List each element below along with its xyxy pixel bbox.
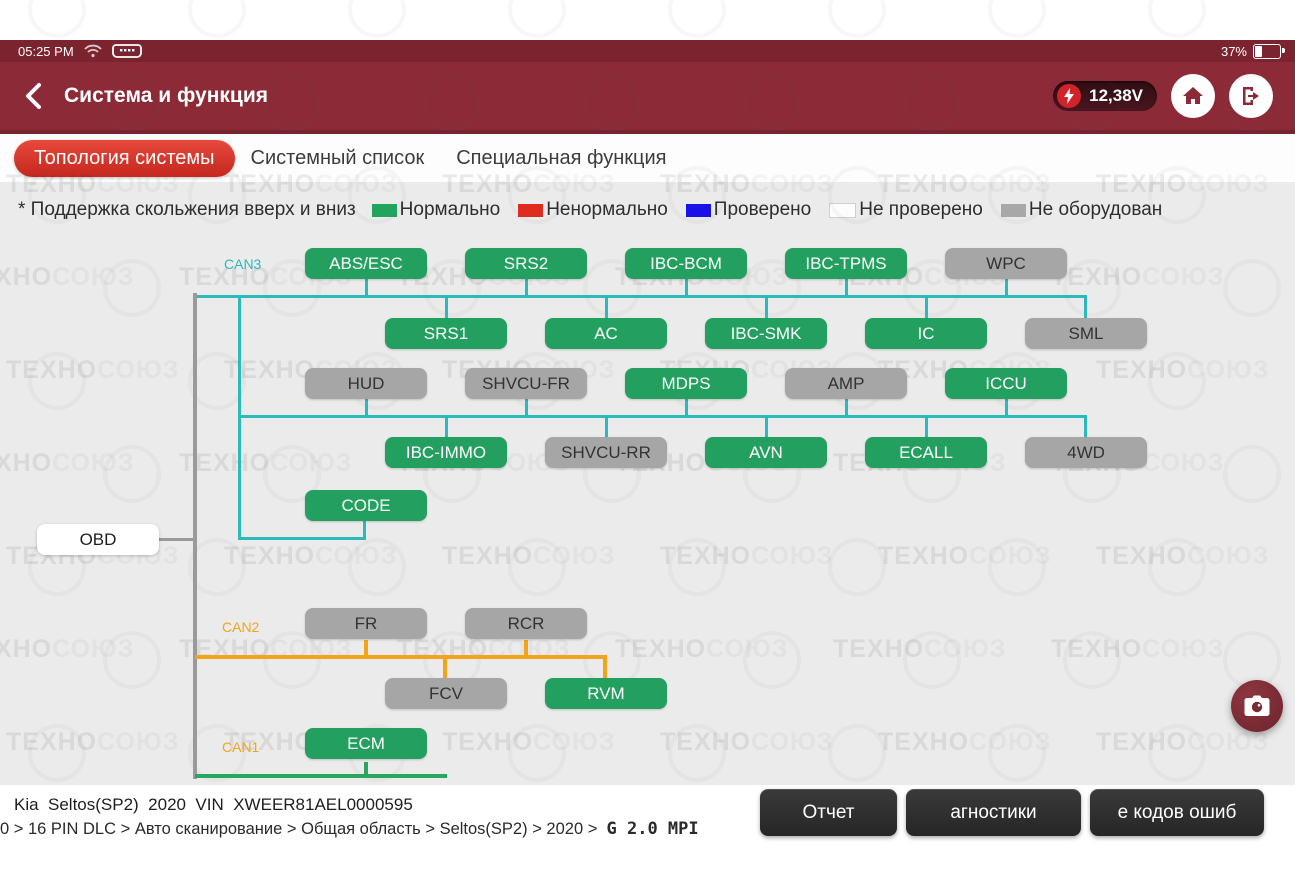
bottom-bar: Kia Seltos(SP2) 2020 VIN XWEER81AEL00005…: [0, 785, 1295, 894]
header: Система и функция 12,38V: [0, 62, 1295, 134]
legend-item-0: Нормально: [372, 199, 501, 221]
topology-node-avn[interactable]: AVN: [705, 437, 827, 468]
topology-node-srs2[interactable]: SRS2: [465, 248, 587, 279]
topology-node-iccu[interactable]: ICCU: [945, 368, 1067, 399]
lightning-icon: [1057, 84, 1081, 108]
topology-node-ibc-tpms[interactable]: IBC-TPMS: [785, 248, 907, 279]
topology-node-hud[interactable]: HUD: [305, 368, 427, 399]
topology-node-shvcu-rr[interactable]: SHVCU-RR: [545, 437, 667, 468]
topology-node-sml[interactable]: SML: [1025, 318, 1147, 349]
legend-item-3: Не проверено: [829, 199, 983, 221]
action-button-0[interactable]: Отчет: [760, 789, 897, 836]
topology-node-mdps[interactable]: MDPS: [625, 368, 747, 399]
topology-node-fr[interactable]: FR: [305, 608, 427, 639]
legend-swatch: [686, 204, 711, 217]
camera-icon: [1244, 695, 1270, 717]
action-button-2[interactable]: е кодов ошиб: [1090, 789, 1264, 836]
legend-item-1: Ненормально: [518, 199, 668, 221]
screenshot-button[interactable]: [1231, 680, 1283, 732]
topology-node-ac[interactable]: AC: [545, 318, 667, 349]
legend-swatch: [1001, 204, 1026, 217]
topology-node-ibc-smk[interactable]: IBC-SMK: [705, 318, 827, 349]
topology-node-ibc-bcm[interactable]: IBC-BCM: [625, 248, 747, 279]
tab-0[interactable]: Топология системы: [14, 140, 235, 177]
home-button[interactable]: [1171, 74, 1215, 118]
legend-swatch: [829, 203, 856, 218]
vehicle-info: Kia Seltos(SP2) 2020 VIN XWEER81AEL00005…: [14, 795, 413, 815]
topology-node-ic[interactable]: IC: [865, 318, 987, 349]
breadcrumb: 0 > 16 PIN DLC > Авто сканирование > Общ…: [0, 819, 699, 839]
topology-node-srs1[interactable]: SRS1: [385, 318, 507, 349]
clock: 05:25 PM: [18, 44, 74, 59]
back-button[interactable]: [24, 82, 42, 110]
battery-icon: [1253, 44, 1281, 59]
battery-percent: 37%: [1221, 44, 1247, 59]
page-title: Система и функция: [64, 84, 268, 108]
battery-voltage-badge[interactable]: 12,38V: [1053, 81, 1157, 111]
legend-swatch: [372, 204, 397, 217]
legend-note: * Поддержка скольжения вверх и вниз: [18, 199, 356, 221]
topology-node-wpc[interactable]: WPC: [945, 248, 1067, 279]
topology-node-ecm[interactable]: ECM: [305, 728, 427, 759]
legend-swatch: [518, 204, 543, 217]
obd-connector-icon: [112, 43, 142, 60]
tab-1[interactable]: Системный список: [235, 140, 441, 177]
legend-item-4: Не оборудован: [1001, 199, 1162, 221]
home-icon: [1181, 84, 1205, 108]
topology-node-obd[interactable]: OBD: [37, 524, 159, 555]
topology-node-ecall[interactable]: ECALL: [865, 437, 987, 468]
topology-node-fcv[interactable]: FCV: [385, 678, 507, 709]
topology-node-amp[interactable]: AMP: [785, 368, 907, 399]
legend-item-2: Проверено: [686, 199, 811, 221]
status-bar: 05:25 PM 37%: [0, 40, 1295, 62]
topology-node-rvm[interactable]: RVM: [545, 678, 667, 709]
tab-2[interactable]: Специальная функция: [440, 140, 682, 177]
topology-node-4wd[interactable]: 4WD: [1025, 437, 1147, 468]
topology-node-abs-esc[interactable]: ABS/ESC: [305, 248, 427, 279]
action-buttons: Отчетагностикие кодов ошиб: [760, 789, 1264, 836]
exit-button[interactable]: [1229, 74, 1273, 118]
topology-node-code[interactable]: CODE: [305, 490, 427, 521]
topology-node-ibc-immo[interactable]: IBC-IMMO: [385, 437, 507, 468]
topology-node-shvcu-fr[interactable]: SHVCU-FR: [465, 368, 587, 399]
wifi-icon: [84, 44, 102, 58]
action-button-1[interactable]: агностики: [906, 789, 1081, 836]
engine-label: G 2.0 MPI: [607, 819, 699, 839]
tab-bar: Топология системыСистемный списокСпециал…: [0, 134, 1295, 182]
exit-icon: [1239, 84, 1263, 108]
legend: * Поддержка скольжения вверх и вниз Норм…: [18, 196, 1288, 224]
topology-node-rcr[interactable]: RCR: [465, 608, 587, 639]
voltage-value: 12,38V: [1089, 86, 1143, 106]
top-margin: [0, 0, 1295, 40]
